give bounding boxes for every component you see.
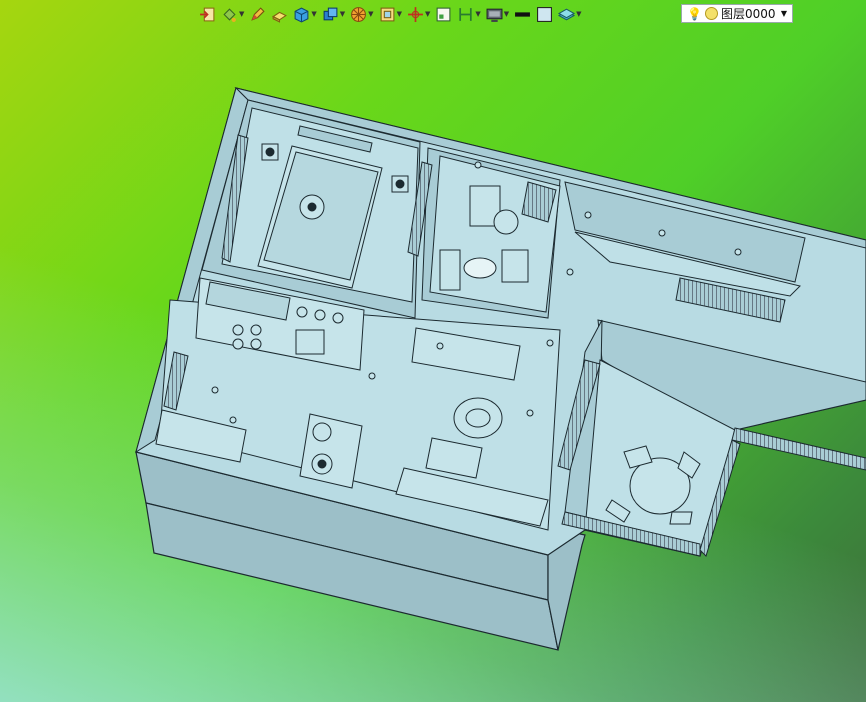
cube-icon: [294, 7, 309, 23]
box-eraser-icon: [272, 11, 288, 23]
chevron-down-icon: ▼: [503, 9, 510, 18]
import-icon: [200, 7, 215, 21]
height-button[interactable]: ▼: [456, 3, 481, 25]
cube-stack-button[interactable]: ▼: [321, 3, 346, 25]
pencil-button[interactable]: [248, 3, 267, 25]
frame-icon: [380, 7, 394, 21]
layer-select[interactable]: 💡 图层0000 ▼: [681, 4, 793, 23]
3d-viewport[interactable]: ▼ ▼ ▼ ▼ ▼ ▼ ▼ ▼ ▼ 💡 图层0000 ▼: [0, 0, 866, 702]
cube-stack-icon: [323, 7, 338, 20]
chevron-down-icon: ▼: [424, 9, 431, 18]
wheel-icon: [351, 6, 367, 22]
chevron-down-icon: ▼: [396, 9, 402, 18]
height-icon: [459, 7, 473, 21]
layer-name: 图层0000: [720, 7, 776, 21]
box-eraser-button[interactable]: [270, 3, 289, 25]
frame-button[interactable]: ▼: [378, 3, 403, 25]
lightbulb-icon: 💡: [687, 6, 702, 21]
layers-icon: [558, 8, 576, 20]
chevron-down-icon: ▼: [780, 9, 787, 18]
chevron-down-icon: ▼: [239, 9, 245, 18]
layer-color-icon: [704, 7, 718, 20]
monitor-icon: [486, 8, 503, 22]
import-button[interactable]: [198, 3, 217, 25]
cube-button[interactable]: ▼: [292, 3, 317, 25]
paint-bucket-icon: [223, 7, 236, 22]
chevron-down-icon: ▼: [368, 9, 374, 18]
wheel-button[interactable]: ▼: [349, 3, 374, 25]
chevron-down-icon: ▼: [339, 9, 346, 18]
dining-table: [299, 413, 363, 489]
monitor-button[interactable]: ▼: [485, 3, 510, 25]
view-button[interactable]: [434, 3, 453, 25]
view-icon: [436, 7, 451, 21]
chevron-down-icon: ▼: [576, 9, 582, 18]
line-color-icon: [515, 11, 531, 17]
axis-icon: [408, 6, 423, 22]
axis-button[interactable]: ▼: [406, 3, 431, 25]
fill-color-icon: [537, 6, 553, 22]
layers-button[interactable]: ▼: [557, 3, 582, 25]
floorplan-3d-model: [135, 87, 866, 651]
fill-color-button[interactable]: [535, 3, 554, 25]
pencil-icon: [251, 6, 266, 21]
line-color-button[interactable]: [513, 3, 532, 25]
main-toolbar: ▼ ▼ ▼ ▼ ▼ ▼ ▼ ▼ ▼: [198, 3, 583, 25]
paint-bucket-button[interactable]: ▼: [220, 3, 245, 25]
chevron-down-icon: ▼: [311, 9, 317, 18]
chevron-down-icon: ▼: [475, 9, 481, 18]
